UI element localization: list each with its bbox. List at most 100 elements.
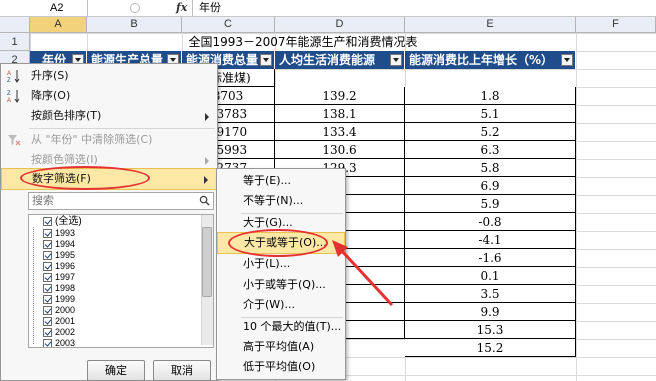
formula-input[interactable]: 年份 [192,0,221,17]
checkbox[interactable] [43,273,52,282]
menu-divider [29,128,215,129]
clear-filter-label: 从 "年份" 中清除筛选(C) [31,133,153,146]
year-label: 1999 [55,294,76,304]
cell-per-capita[interactable]: 130.6 [275,141,405,159]
column-header-b[interactable]: B [87,17,182,33]
filter-top-10-item[interactable]: 10 个最大的值(T)... [217,317,345,337]
column-header-f[interactable]: F [576,17,656,33]
header-per-capita[interactable]: 人均生活消费能源 [275,51,405,69]
table-title: 全国1993－2007年能源生产和消费情况表 [188,35,418,49]
row-header-1[interactable]: 1 [0,33,30,51]
clear-filter-icon [7,133,21,147]
filter-less-than-item[interactable]: 小于(L)... [217,254,345,274]
select-all-corner[interactable] [0,17,30,33]
sort-descending-item[interactable]: ZA 降序(O) [1,86,217,106]
cell-growth[interactable]: 6.9 [405,177,576,195]
gridline [576,33,577,381]
number-filters-submenu: 等于(E)... 不等于(N)... 大于(G)... 大于或等于(O)... … [216,168,346,380]
filter-greater-or-equal-item[interactable]: 大于或等于(O)... [217,232,345,254]
filter-greater-than-item[interactable]: 大于(G)... [217,213,345,233]
filter-above-average-item[interactable]: 高于平均值(A) [217,337,345,357]
column-header-e[interactable]: E [405,17,576,33]
clear-filter-item[interactable]: 从 "年份" 中清除筛选(C) [1,130,217,150]
cell-growth[interactable]: -0.8 [405,213,576,231]
year-label: 2002 [55,327,76,337]
cell-growth[interactable]: 15.3 [405,321,576,339]
filter-not-equals-item[interactable]: 不等于(N)... [217,191,345,211]
header-growth[interactable]: 能源消费比上年增长（%） [405,51,576,69]
submenu-arrow-icon [205,113,209,121]
svg-text:Z: Z [7,78,11,83]
svg-text:A: A [7,71,11,77]
year-label: 2003 [55,338,76,348]
sort-descending-icon: ZA [7,89,21,104]
checkbox[interactable] [43,240,52,249]
filter-search-placeholder: 搜索 [32,194,54,207]
filter-values-list[interactable]: (全选) 1993 1994 1995 1996 1997 1998 1999 2000 200… [28,214,214,348]
submenu-arrow-icon [205,157,209,165]
filter-below-average-item[interactable]: 低于平均值(O) [217,357,345,377]
autofilter-menu: AZ 升序(S) ZA 降序(O) 按颜色排序(T) 从 "年份" 中清除筛选(… [0,63,218,381]
svg-text:Z: Z [7,91,11,97]
filter-equals-item[interactable]: 等于(E)... [217,171,345,191]
ok-button[interactable]: 确定 [87,360,145,381]
cell-growth[interactable]: -4.1 [405,231,576,249]
list-scrollbar[interactable] [201,215,213,345]
cell-growth[interactable]: 15.2 [405,339,576,357]
checkbox[interactable] [43,284,52,293]
column-header-d[interactable]: D [275,17,405,33]
checkbox[interactable] [43,339,52,347]
cell-growth[interactable]: 1.8 [405,87,576,105]
filter-dropdown-icon[interactable] [390,54,402,66]
year-label: 2001 [55,316,76,326]
number-filters-item[interactable]: 数字筛选(F) [1,168,217,190]
filter-dropdown-icon[interactable] [260,54,272,66]
cell-growth[interactable]: 3.5 [405,285,576,303]
cell-per-capita[interactable]: 133.4 [275,123,405,141]
column-header-c[interactable]: C [182,17,275,33]
sort-by-color-item[interactable]: 按颜色排序(T) [1,106,217,126]
select-all-label: (全选) [55,216,82,227]
tree-line [33,227,34,345]
formula-bar: A2 fx 年份 [0,0,656,17]
sort-ascending-icon: AZ [7,69,21,84]
cell-growth[interactable]: 5.2 [405,123,576,141]
header-per-capita-label: 人均生活消费能源 [279,53,376,67]
checkbox[interactable] [43,328,52,337]
sort-ascending-label: 升序(S) [31,69,69,82]
fx-icon[interactable]: fx [176,0,187,16]
cell-growth[interactable]: 5.1 [405,105,576,123]
checkbox[interactable] [43,295,52,304]
sort-ascending-item[interactable]: AZ 升序(S) [1,66,217,86]
cell-growth[interactable]: 5.8 [405,159,576,177]
year-label: 1997 [55,272,76,282]
cancel-button[interactable]: 取消 [153,360,211,381]
name-box[interactable]: A2 [0,0,88,17]
cell-per-capita[interactable]: 139.2 [275,87,405,105]
scroll-thumb[interactable] [202,227,212,297]
checkbox[interactable] [43,251,52,260]
sort-descending-label: 降序(O) [31,89,71,102]
checkbox[interactable] [43,317,52,326]
cell-per-capita[interactable]: 138.1 [275,105,405,123]
year-label: 1994 [55,239,76,249]
search-icon [199,195,210,206]
cell-growth[interactable]: -1.6 [405,249,576,267]
checkbox[interactable] [43,262,52,271]
header-growth-label: 能源消费比上年增长（%） [409,53,554,67]
checkbox[interactable] [43,306,52,315]
svg-text:A: A [7,98,11,103]
filter-dropdown-icon[interactable] [561,54,573,66]
filter-by-color-label: 按颜色筛选(I) [31,153,98,166]
checkbox[interactable] [43,217,52,226]
cell-growth[interactable]: 0.1 [405,267,576,285]
cell-growth[interactable]: 5.9 [405,195,576,213]
cell-growth[interactable]: 6.3 [405,141,576,159]
checkbox[interactable] [43,229,52,238]
filter-between-item[interactable]: 介于(W)... [217,295,345,315]
filter-by-color-item[interactable]: 按颜色筛选(I) [1,150,217,170]
column-header-a[interactable]: A [30,17,87,33]
cell-growth[interactable]: 9.9 [405,303,576,321]
filter-search-input[interactable]: 搜索 [28,192,214,210]
filter-less-or-equal-item[interactable]: 小于或等于(Q)... [217,275,345,295]
